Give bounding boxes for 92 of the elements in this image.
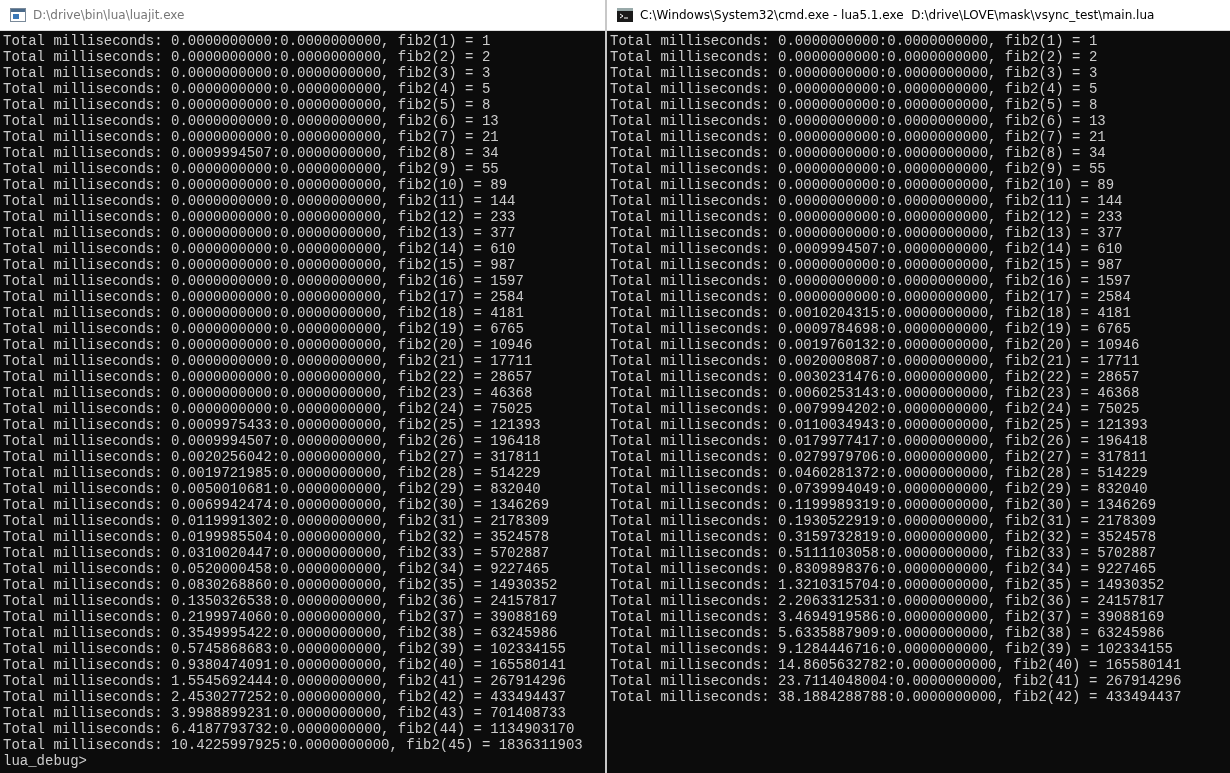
- console-line: Total milliseconds: 0.0000000000:0.0000000000, fib2(6) = 13: [3, 113, 499, 129]
- console-line: Total milliseconds: 0.0000000000:0.0000000000, fib2(5) = 8: [610, 97, 1098, 113]
- console-line: Total milliseconds: 0.0520000458:0.0000000000, fib2(34) = 9227465: [3, 561, 550, 577]
- console-line: Total milliseconds: 0.1930522919:0.0000000000, fib2(31) = 2178309: [610, 513, 1157, 529]
- console-line: Total milliseconds: 0.1350326538:0.0000000000, fib2(36) = 24157817: [3, 593, 558, 609]
- console-line: Total milliseconds: 0.0000000000:0.0000000000, fib2(12) = 233: [610, 209, 1123, 225]
- console-line: Total milliseconds: 0.0000000000:0.0000000000, fib2(10) = 89: [610, 177, 1115, 193]
- console-line: Total milliseconds: 0.0739994049:0.0000000000, fib2(29) = 832040: [610, 481, 1148, 497]
- console-line: Total milliseconds: 0.0000000000:0.0000000000, fib2(18) = 4181: [3, 305, 524, 321]
- console-line: Total milliseconds: 0.0000000000:0.0000000000, fib2(2) = 2: [610, 49, 1098, 65]
- console-line: Total milliseconds: 0.0010204315:0.0000000000, fib2(18) = 4181: [610, 305, 1131, 321]
- terminal-icon: [617, 8, 633, 22]
- console-line: Total milliseconds: 2.2063312531:0.0000000000, fib2(36) = 24157817: [610, 593, 1165, 609]
- console-line: Total milliseconds: 23.7114048004:0.0000000000, fib2(41) = 267914296: [610, 673, 1182, 689]
- console-line: Total milliseconds: 0.0110034943:0.0000000000, fib2(25) = 121393: [610, 417, 1148, 433]
- window-icon: [10, 8, 26, 22]
- console-line: Total milliseconds: 0.0060253143:0.0000000000, fib2(23) = 46368: [610, 385, 1140, 401]
- console-line: Total milliseconds: 0.0000000000:0.0000000000, fib2(5) = 8: [3, 97, 491, 113]
- console-line: Total milliseconds: 0.0000000000:0.0000000000, fib2(2) = 2: [3, 49, 491, 65]
- console-line: Total milliseconds: 3.4694919586:0.0000000000, fib2(37) = 39088169: [610, 609, 1165, 625]
- console-line: Total milliseconds: 0.0000000000:0.0000000000, fib2(4) = 5: [3, 81, 491, 97]
- console-line: Total milliseconds: 2.4530277252:0.0000000000, fib2(42) = 433494437: [3, 689, 566, 705]
- console-line: Total milliseconds: 1.3210315704:0.0000000000, fib2(35) = 14930352: [610, 577, 1165, 593]
- console-line: Total milliseconds: 0.2199974060:0.0000000000, fib2(37) = 39088169: [3, 609, 558, 625]
- console-line: Total milliseconds: 0.0019760132:0.0000000000, fib2(20) = 10946: [610, 337, 1140, 353]
- console-line: Total milliseconds: 0.0460281372:0.0000000000, fib2(28) = 514229: [610, 465, 1148, 481]
- console-line: Total milliseconds: 0.0000000000:0.0000000000, fib2(9) = 55: [3, 161, 499, 177]
- console-line: Total milliseconds: 0.0069942474:0.0000000000, fib2(30) = 1346269: [3, 497, 550, 513]
- console-line: Total milliseconds: 0.1199989319:0.0000000000, fib2(30) = 1346269: [610, 497, 1157, 513]
- console-line: Total milliseconds: 0.0000000000:0.0000000000, fib2(15) = 987: [610, 257, 1123, 273]
- console-line: Total milliseconds: 0.0279979706:0.0000000000, fib2(27) = 317811: [610, 449, 1148, 465]
- console-line: Total milliseconds: 0.0000000000:0.0000000000, fib2(20) = 10946: [3, 337, 533, 353]
- console-line: Total milliseconds: 0.0000000000:0.0000000000, fib2(11) = 144: [610, 193, 1123, 209]
- console-line: Total milliseconds: 0.0000000000:0.0000000000, fib2(14) = 610: [3, 241, 516, 257]
- console-line: Total milliseconds: 14.8605632782:0.0000000000, fib2(40) = 165580141: [610, 657, 1182, 673]
- console-line: Total milliseconds: 0.0000000000:0.0000000000, fib2(1) = 1: [3, 33, 491, 49]
- console-line: Total milliseconds: 0.0000000000:0.0000000000, fib2(19) = 6765: [3, 321, 524, 337]
- console-line: Total milliseconds: 0.0000000000:0.0000000000, fib2(16) = 1597: [3, 273, 524, 289]
- console-line: Total milliseconds: 0.0179977417:0.0000000000, fib2(26) = 196418: [610, 433, 1148, 449]
- console-line: Total milliseconds: 0.0020008087:0.0000000000, fib2(21) = 17711: [610, 353, 1140, 369]
- console-line: Total milliseconds: 0.0050010681:0.0000000000, fib2(29) = 832040: [3, 481, 541, 497]
- console-line: Total milliseconds: 0.0000000000:0.0000000000, fib2(9) = 55: [610, 161, 1106, 177]
- console-line: Total milliseconds: 0.3159732819:0.0000000000, fib2(32) = 3524578: [610, 529, 1157, 545]
- console-line: Total milliseconds: 0.0000000000:0.0000000000, fib2(12) = 233: [3, 209, 516, 225]
- console-line: Total milliseconds: 0.0000000000:0.0000000000, fib2(16) = 1597: [610, 273, 1131, 289]
- console-line: Total milliseconds: 0.0119991302:0.0000000000, fib2(31) = 2178309: [3, 513, 550, 529]
- console-line: Total milliseconds: 0.0000000000:0.0000000000, fib2(13) = 377: [3, 225, 516, 241]
- console-line: Total milliseconds: 0.0019721985:0.0000000000, fib2(28) = 514229: [3, 465, 541, 481]
- console-line: Total milliseconds: 1.5545692444:0.0000000000, fib2(41) = 267914296: [3, 673, 566, 689]
- console-line: Total milliseconds: 0.0009994507:0.0000000000, fib2(26) = 196418: [3, 433, 541, 449]
- console-line: Total milliseconds: 6.4187793732:0.0000000000, fib2(44) = 1134903170: [3, 721, 575, 737]
- console-line: Total milliseconds: 0.8309898376:0.0000000000, fib2(34) = 9227465: [610, 561, 1157, 577]
- console-line: Total milliseconds: 0.0009784698:0.0000000000, fib2(19) = 6765: [610, 321, 1131, 337]
- console-line: Total milliseconds: 0.0000000000:0.0000000000, fib2(15) = 987: [3, 257, 516, 273]
- console-line: lua_debug>: [3, 753, 87, 769]
- console-line: Total milliseconds: 0.0000000000:0.0000000000, fib2(23) = 46368: [3, 385, 533, 401]
- console-line: Total milliseconds: 10.4225997925:0.0000000000, fib2(45) = 1836311903: [3, 737, 583, 753]
- console-line: Total milliseconds: 0.0000000000:0.0000000000, fib2(7) = 21: [610, 129, 1106, 145]
- console-line: Total milliseconds: 0.0000000000:0.0000000000, fib2(10) = 89: [3, 177, 508, 193]
- console-line: Total milliseconds: 0.0020256042:0.0000000000, fib2(27) = 317811: [3, 449, 541, 465]
- console-line: Total milliseconds: 0.0000000000:0.0000000000, fib2(3) = 3: [610, 65, 1098, 81]
- console-line: Total milliseconds: 38.1884288788:0.0000000000, fib2(42) = 433494437: [610, 689, 1182, 705]
- console-line: Total milliseconds: 0.0000000000:0.0000000000, fib2(11) = 144: [3, 193, 516, 209]
- console-line: Total milliseconds: 0.0199985504:0.0000000000, fib2(32) = 3524578: [3, 529, 550, 545]
- console-line: Total milliseconds: 3.9988899231:0.0000000000, fib2(43) = 701408733: [3, 705, 566, 721]
- console-line: Total milliseconds: 0.0830268860:0.0000000000, fib2(35) = 14930352: [3, 577, 558, 593]
- console-line: Total milliseconds: 9.1284446716:0.0000000000, fib2(39) = 102334155: [610, 641, 1173, 657]
- console-line: Total milliseconds: 0.0000000000:0.0000000000, fib2(7) = 21: [3, 129, 499, 145]
- console-line: Total milliseconds: 0.0009994507:0.0000000000, fib2(14) = 610: [610, 241, 1123, 257]
- console-line: Total milliseconds: 0.0310020447:0.0000000000, fib2(33) = 5702887: [3, 545, 550, 561]
- console-line: Total milliseconds: 0.0079994202:0.0000000000, fib2(24) = 75025: [610, 401, 1140, 417]
- console-line: Total milliseconds: 0.0000000000:0.0000000000, fib2(3) = 3: [3, 65, 491, 81]
- console-line: Total milliseconds: 0.5111103058:0.0000000000, fib2(33) = 5702887: [610, 545, 1157, 561]
- window-title: D:\drive\bin\lua\luajit.exe: [33, 8, 185, 22]
- console-line: Total milliseconds: 0.0000000000:0.0000000000, fib2(22) = 28657: [3, 369, 533, 385]
- console-line: Total milliseconds: 0.3549995422:0.0000000000, fib2(38) = 63245986: [3, 625, 558, 641]
- console-line: Total milliseconds: 0.5745868683:0.0000000000, fib2(39) = 102334155: [3, 641, 566, 657]
- console-line: Total milliseconds: 0.0009994507:0.0000000000, fib2(8) = 34: [3, 145, 499, 161]
- console-line: Total milliseconds: 0.0000000000:0.0000000000, fib2(17) = 2584: [3, 289, 524, 305]
- window-title: C:\Windows\System32\cmd.exe - lua5.1.exe D:\drive\LOVE\mask\vsync_test\main.lua: [640, 8, 1155, 22]
- console-line: Total milliseconds: 0.0000000000:0.0000000000, fib2(1) = 1: [610, 33, 1098, 49]
- console-line: Total milliseconds: 0.0000000000:0.0000000000, fib2(24) = 75025: [3, 401, 533, 417]
- console-line: Total milliseconds: 0.0000000000:0.0000000000, fib2(6) = 13: [610, 113, 1106, 129]
- console-line: Total milliseconds: 0.9380474091:0.0000000000, fib2(40) = 165580141: [3, 657, 566, 673]
- console-line: Total milliseconds: 5.6335887909:0.0000000000, fib2(38) = 63245986: [610, 625, 1165, 641]
- console-line: Total milliseconds: 0.0000000000:0.0000000000, fib2(13) = 377: [610, 225, 1123, 241]
- console-line: Total milliseconds: 0.0030231476:0.0000000000, fib2(22) = 28657: [610, 369, 1140, 385]
- console-line: Total milliseconds: 0.0000000000:0.0000000000, fib2(4) = 5: [610, 81, 1098, 97]
- console-line: Total milliseconds: 0.0000000000:0.0000000000, fib2(8) = 34: [610, 145, 1106, 161]
- console-line: Total milliseconds: 0.0009975433:0.0000000000, fib2(25) = 121393: [3, 417, 541, 433]
- console-line: Total milliseconds: 0.0000000000:0.0000000000, fib2(21) = 17711: [3, 353, 533, 369]
- console-line: Total milliseconds: 0.0000000000:0.0000000000, fib2(17) = 2584: [610, 289, 1131, 305]
